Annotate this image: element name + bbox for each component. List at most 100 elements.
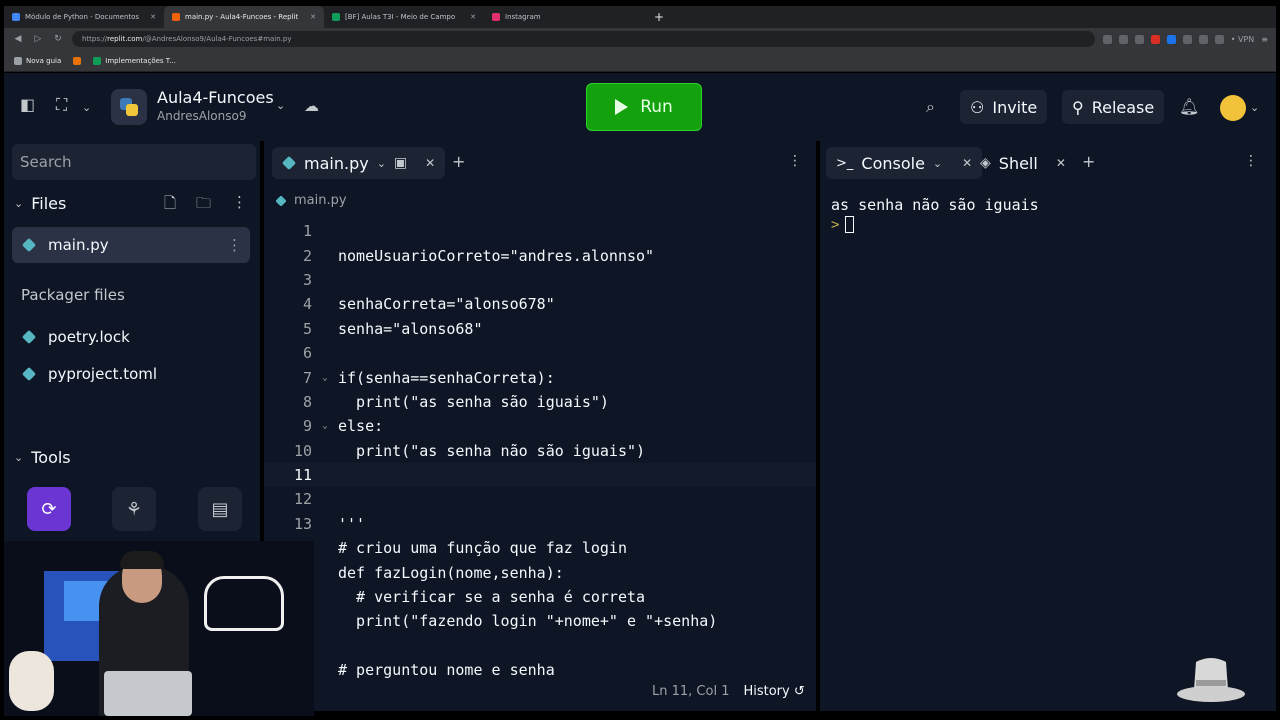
line-number: 10 xyxy=(293,441,312,460)
workspace-menu-icon[interactable]: ⛶ xyxy=(56,95,67,115)
chevron-down-icon[interactable]: ⌄ xyxy=(933,157,942,170)
code-line: 4 senhaCorreta="alonso678" xyxy=(264,292,816,316)
new-tab-button[interactable]: + xyxy=(644,10,674,24)
more-options-icon[interactable]: ⋮ xyxy=(788,153,802,169)
hat-neon-icon xyxy=(204,576,284,631)
close-icon[interactable]: ✕ xyxy=(150,13,156,21)
search-input[interactable]: Search xyxy=(12,144,256,180)
tool-docs-icon[interactable]: ▤ xyxy=(198,487,242,531)
more-options-icon[interactable]: ⋮ xyxy=(227,236,242,254)
close-icon[interactable]: ✕ xyxy=(470,13,476,21)
browser-tab-3[interactable]: Instagram xyxy=(484,6,644,28)
tab-favicon-icon xyxy=(172,13,180,21)
bell-icon[interactable]: 🔔︎ xyxy=(1179,97,1199,116)
line-number: 8 xyxy=(302,392,312,411)
run-label: Run xyxy=(640,97,673,117)
console-prompt[interactable]: > xyxy=(831,216,855,233)
chevron-down-icon[interactable]: ⌄ xyxy=(276,99,285,112)
repl-owner[interactable]: AndresAlonso9 xyxy=(157,109,246,123)
tab-main-py[interactable]: main.py ⌄ ▣ ✕ xyxy=(272,147,446,179)
replit-header: ◧ ⛶ ⌄ Aula4-Funcoes AndresAlonso9 ⌄ ☁ Ru… xyxy=(4,73,1276,141)
sidebar-toggle-icon[interactable]: ◧ xyxy=(20,95,35,114)
tools-section-header[interactable]: ⌄ Tools xyxy=(14,448,71,467)
release-button[interactable]: ⚲ Release xyxy=(1062,90,1165,124)
invite-button[interactable]: ⚇ Invite xyxy=(960,90,1048,124)
code-line: # verificar se a senha é correta xyxy=(264,585,816,609)
packager-files-title: Packager files xyxy=(21,286,125,304)
tools-title: Tools xyxy=(31,448,71,467)
repl-title[interactable]: Aula4-Funcoes xyxy=(157,88,274,107)
extension-icon[interactable] xyxy=(1150,34,1160,44)
reload-icon[interactable]: ↻ xyxy=(52,34,64,44)
tab-label: main.py xyxy=(304,153,369,173)
history-button[interactable]: History ↺ xyxy=(743,684,804,699)
extension-icon[interactable] xyxy=(1102,34,1112,44)
run-button[interactable]: Run xyxy=(586,83,702,131)
add-tab-icon[interactable]: + xyxy=(1082,152,1095,171)
forward-icon[interactable]: ▷ xyxy=(32,34,44,44)
chevron-down-icon[interactable]: ⌄ xyxy=(82,101,91,114)
chevron-down-icon[interactable]: ⌄ xyxy=(1250,101,1259,114)
tool-deployments-icon[interactable]: ⚘ xyxy=(112,487,156,531)
more-options-icon[interactable]: ⋮ xyxy=(1244,153,1258,169)
console-output: as senha não são iguais xyxy=(831,196,1039,214)
avatar[interactable] xyxy=(1220,95,1246,121)
line-number: 9 xyxy=(302,417,312,436)
extension-icon[interactable] xyxy=(1182,34,1192,44)
url-field[interactable]: https://replit.com/@AndresAlonso9/Aula4-… xyxy=(72,31,1095,47)
new-folder-icon[interactable]: 🗀 xyxy=(196,193,211,218)
close-icon[interactable]: ✕ xyxy=(425,156,435,170)
code-line: 10 print("as senha não são iguais") xyxy=(264,439,816,463)
editor-status-bar: Ln 11, Col 1 History ↺ xyxy=(652,684,805,699)
vpn-label[interactable]: • VPN xyxy=(1231,35,1255,44)
fold-chevron-icon[interactable]: ⌄ xyxy=(312,421,338,431)
split-view-icon[interactable]: ▣ xyxy=(394,155,407,171)
search-icon[interactable]: ⌕ xyxy=(926,97,935,117)
line-number: 6 xyxy=(302,344,312,363)
extension-icon[interactable] xyxy=(1118,34,1128,44)
bookmark-orange[interactable] xyxy=(73,56,82,65)
line-number: 11 xyxy=(293,466,312,485)
file-item-poetry-lock[interactable]: poetry.lock xyxy=(12,319,250,355)
tab-console[interactable]: >_ Console ⌄ ✕ xyxy=(826,147,983,179)
chevron-down-icon: ⌄ xyxy=(14,197,24,210)
menu-icon[interactable]: ≡ xyxy=(1261,35,1268,44)
url-prefix: https:// xyxy=(82,35,108,43)
code-area[interactable]: 1 2 nomeUsuarioCorreto="andres.alonnso" 3… xyxy=(264,219,816,682)
python-file-icon xyxy=(22,238,36,252)
tool-ai-icon[interactable]: ⟳ xyxy=(27,487,71,531)
code-text: senha="alonso68" xyxy=(338,319,483,338)
file-item-main-py[interactable]: main.py ⋮ xyxy=(12,227,250,263)
browser-tab-bar: Módulo de Python - Documentos ✕ main.py … xyxy=(4,6,1276,28)
code-text: print("as senha são iguais") xyxy=(338,392,609,411)
browser-tab-2[interactable]: [BF] Aulas T3I - Meio de Campo ✕ xyxy=(324,6,484,28)
back-icon[interactable]: ◀ xyxy=(12,34,24,44)
more-options-icon[interactable]: ⋮ xyxy=(232,193,247,211)
cursor-position[interactable]: Ln 11, Col 1 xyxy=(652,684,729,699)
bookmark-implementacoes[interactable]: Implementações T... xyxy=(93,56,176,65)
extension-icon[interactable] xyxy=(1134,34,1144,44)
python-file-icon xyxy=(275,195,286,206)
extension-icon[interactable] xyxy=(1166,34,1176,44)
add-tab-icon[interactable]: + xyxy=(452,152,465,171)
file-item-pyproject-toml[interactable]: pyproject.toml xyxy=(12,356,250,392)
bookmark-nova-guia[interactable]: Nova guia xyxy=(14,56,61,65)
chevron-down-icon[interactable]: ⌄ xyxy=(377,157,386,170)
line-number: 12 xyxy=(293,490,312,509)
cloud-icon: ☁ xyxy=(304,97,319,115)
breadcrumb-label[interactable]: main.py xyxy=(294,193,347,208)
close-icon[interactable]: ✕ xyxy=(310,13,316,21)
tab-shell[interactable]: ◈ Shell ✕ xyxy=(970,147,1076,179)
files-section-header[interactable]: ⌄ Files xyxy=(14,194,66,213)
code-line: 6 xyxy=(264,341,816,365)
close-icon[interactable]: ✕ xyxy=(1056,156,1066,170)
browser-tab-0[interactable]: Módulo de Python - Documentos ✕ xyxy=(4,6,164,28)
play-icon xyxy=(615,99,629,115)
code-line: 1 xyxy=(264,219,816,243)
url-path: /@AndresAlonso9/Aula4-Funcoes#main.py xyxy=(142,35,292,43)
extension-icon[interactable] xyxy=(1214,34,1224,44)
fold-chevron-icon[interactable]: ⌄ xyxy=(312,373,338,383)
browser-tab-1[interactable]: main.py - Aula4-Funcoes - Replit ✕ xyxy=(164,6,324,28)
puzzle-icon[interactable] xyxy=(1198,34,1208,44)
new-file-icon[interactable]: 🗋 xyxy=(164,193,176,218)
